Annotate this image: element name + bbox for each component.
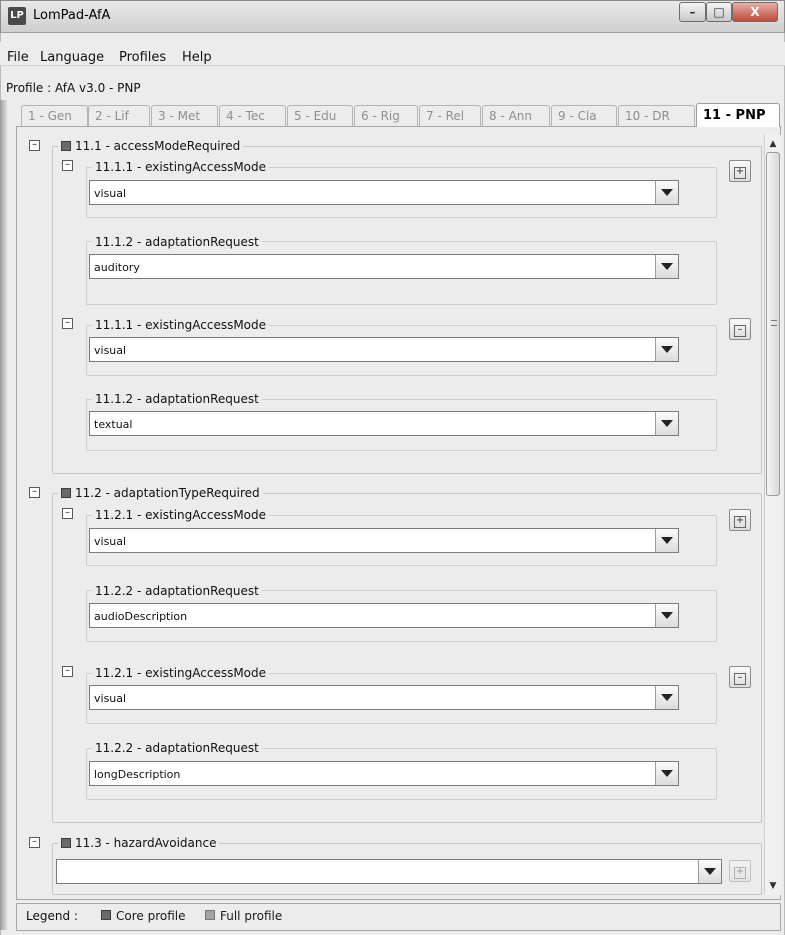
- tab-dr[interactable]: 10 - DR: [618, 105, 695, 126]
- select-value: visual: [94, 692, 127, 705]
- minus-icon: –: [734, 325, 746, 337]
- existing-access-mode-select[interactable]: visual: [89, 685, 679, 710]
- existing-access-mode-select[interactable]: visual: [89, 337, 679, 362]
- collapse-toggle-11-1-entry-2[interactable]: –: [62, 318, 73, 329]
- select-value: longDescription: [94, 768, 181, 781]
- tab-edu[interactable]: 5 - Edu: [287, 105, 353, 126]
- menu-profiles[interactable]: Profiles: [119, 50, 166, 65]
- tab-rel[interactable]: 7 - Rel: [419, 105, 481, 126]
- adaptation-request-select[interactable]: audioDescription: [89, 603, 679, 628]
- adaptation-request-select[interactable]: longDescription: [89, 761, 679, 786]
- select-value: textual: [94, 418, 133, 431]
- collapse-toggle-11-3[interactable]: –: [29, 837, 40, 848]
- select-value: visual: [94, 187, 127, 200]
- tab-gen[interactable]: 1 - Gen: [21, 105, 88, 126]
- menu-help[interactable]: Help: [182, 50, 212, 65]
- existing-access-mode-select[interactable]: visual: [89, 528, 679, 553]
- menu-bar: [0, 42, 785, 66]
- dropdown-arrow-icon[interactable]: [655, 412, 678, 435]
- adaptation-request-select[interactable]: textual: [89, 411, 679, 436]
- menu-language[interactable]: Language: [40, 50, 104, 65]
- collapse-toggle-11-2-entry-1[interactable]: –: [62, 508, 73, 519]
- core-profile-marker: [61, 141, 71, 151]
- dropdown-arrow-icon[interactable]: [655, 762, 678, 785]
- full-profile-swatch-icon: [205, 910, 215, 920]
- collapse-toggle-11-2[interactable]: –: [29, 487, 40, 498]
- field-label: 11.2.2 - adaptationRequest: [92, 584, 262, 598]
- minimize-button[interactable]: –: [679, 2, 706, 22]
- section-title-11-2: 11.2 - adaptationTypeRequired: [58, 486, 263, 500]
- select-value: auditory: [94, 261, 140, 274]
- existing-access-mode-select[interactable]: visual: [89, 180, 679, 205]
- maximize-button[interactable]: □: [706, 2, 732, 22]
- profile-label: Profile : AfA v3.0 - PNP: [6, 81, 141, 95]
- plus-icon: +: [734, 866, 746, 879]
- legend-label: Legend :: [26, 909, 78, 923]
- tab-rig[interactable]: 6 - Rig: [354, 105, 418, 126]
- dropdown-arrow-icon[interactable]: [655, 338, 678, 361]
- core-profile-label: Core profile: [116, 909, 186, 923]
- minus-icon: –: [734, 673, 746, 685]
- window-title: LomPad-AfA: [33, 8, 111, 23]
- dropdown-arrow-icon[interactable]: [655, 255, 678, 278]
- close-button[interactable]: X: [732, 2, 778, 22]
- field-label: 11.1.2 - adaptationRequest: [92, 235, 262, 249]
- section-title-11-3: 11.3 - hazardAvoidance: [58, 836, 220, 850]
- app-logo-icon: LP: [8, 7, 26, 25]
- remove-entry-button[interactable]: –: [729, 666, 751, 688]
- field-label: 11.1.2 - adaptationRequest: [92, 392, 262, 406]
- tab-pnp[interactable]: 11 - PNP: [696, 103, 780, 127]
- tab-ann[interactable]: 8 - Ann: [482, 105, 550, 126]
- hazard-avoidance-select[interactable]: [56, 859, 722, 884]
- core-profile-marker: [61, 838, 71, 848]
- core-profile-swatch-icon: [101, 910, 111, 920]
- field-label: 11.1.1 - existingAccessMode: [92, 160, 270, 174]
- menu-file[interactable]: File: [7, 50, 29, 65]
- add-entry-button[interactable]: +: [729, 509, 751, 531]
- plus-icon: +: [734, 166, 746, 179]
- scrollbar-grip-icon: [771, 320, 777, 326]
- select-value: visual: [94, 344, 127, 357]
- collapse-toggle-11-2-entry-2[interactable]: –: [62, 666, 73, 677]
- dropdown-arrow-icon[interactable]: [655, 604, 678, 627]
- field-label: 11.1.1 - existingAccessMode: [92, 318, 270, 332]
- section-title-11-2-text: 11.2 - adaptationTypeRequired: [75, 486, 260, 500]
- section-title-11-1-text: 11.1 - accessModeRequired: [75, 139, 241, 153]
- section-title-11-3-text: 11.3 - hazardAvoidance: [75, 836, 217, 850]
- collapse-toggle-11-1[interactable]: –: [29, 140, 40, 151]
- scroll-down-arrow-icon[interactable]: ▼: [767, 880, 779, 892]
- core-profile-marker: [61, 488, 71, 498]
- adaptation-request-select[interactable]: auditory: [89, 254, 679, 279]
- add-entry-button[interactable]: +: [729, 160, 751, 182]
- field-label: 11.2.2 - adaptationRequest: [92, 741, 262, 755]
- tab-tec[interactable]: 4 - Tec: [219, 105, 286, 126]
- section-title-11-1: 11.1 - accessModeRequired: [58, 139, 244, 153]
- window-shadow-edge: [0, 100, 8, 930]
- full-profile-label: Full profile: [220, 909, 283, 923]
- field-label: 11.2.1 - existingAccessMode: [92, 508, 270, 522]
- dropdown-arrow-icon[interactable]: [655, 181, 678, 204]
- dropdown-arrow-icon[interactable]: [698, 860, 721, 883]
- add-entry-button[interactable]: +: [729, 860, 751, 882]
- title-bar: [0, 0, 785, 33]
- select-value: visual: [94, 535, 127, 548]
- field-label: 11.2.1 - existingAccessMode: [92, 666, 270, 680]
- dropdown-arrow-icon[interactable]: [655, 686, 678, 709]
- tab-met[interactable]: 3 - Met: [151, 105, 218, 126]
- dropdown-arrow-icon[interactable]: [655, 529, 678, 552]
- tab-lif[interactable]: 2 - Lif: [88, 105, 150, 126]
- plus-icon: +: [734, 515, 746, 528]
- remove-entry-button[interactable]: –: [729, 318, 751, 340]
- select-value: audioDescription: [94, 610, 188, 623]
- tab-cla[interactable]: 9 - Cla: [551, 105, 617, 126]
- scroll-up-arrow-icon[interactable]: ▲: [767, 138, 779, 150]
- collapse-toggle-11-1-entry-1[interactable]: –: [62, 160, 73, 171]
